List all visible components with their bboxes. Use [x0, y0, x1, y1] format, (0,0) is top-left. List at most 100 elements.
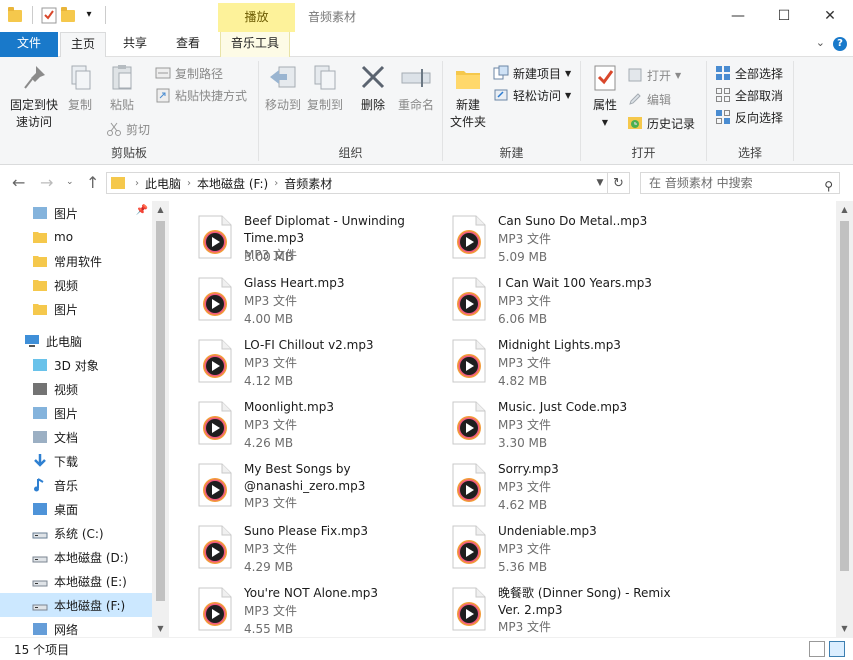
scrollbar-thumb[interactable] — [840, 221, 849, 571]
paste-shortcut-button[interactable]: 粘贴快捷方式 — [155, 85, 247, 105]
address-dropdown-icon[interactable]: ▼ — [592, 172, 608, 194]
search-icon[interactable]: ⚲ — [824, 176, 833, 196]
nav-item-label: 音乐 — [54, 478, 79, 493]
edit-button[interactable]: 编辑 — [627, 89, 671, 109]
file-tile[interactable]: Moonlight.mp3 MP3 文件 4.26 MB — [180, 391, 430, 453]
select-all-button[interactable]: 全部选择 — [715, 63, 783, 83]
properties-button[interactable]: 属性 ▼ — [587, 63, 623, 131]
new-folder-label-line1: 新建 — [455, 98, 480, 112]
recent-locations-chevron-icon[interactable]: ⌄ — [66, 177, 74, 187]
file-tile[interactable]: Glass Heart.mp3 MP3 文件 4.00 MB — [180, 267, 430, 329]
file-name: Beef Diplomat - Unwinding Time.mp3 — [244, 214, 405, 245]
file-tile[interactable]: 晚餐歌 (Dinner Song) - Remix Ver. 2.mp3 MP3 … — [434, 577, 684, 637]
nav-item[interactable]: 文档 — [0, 425, 152, 449]
file-tile[interactable]: Midnight Lights.mp3 MP3 文件 4.82 MB — [434, 329, 684, 391]
file-tile[interactable]: You're NOT Alone.mp3 MP3 文件 4.55 MB — [180, 577, 430, 637]
maximize-button[interactable]: ☐ — [761, 0, 807, 31]
file-name: Can Suno Do Metal..mp3 — [498, 214, 648, 228]
breadcrumb-drive-f[interactable]: 本地磁盘 (F:) — [197, 175, 268, 192]
breadcrumb-this-pc[interactable]: 此电脑 — [145, 175, 181, 192]
file-tile[interactable]: LO-FI Chillout v2.mp3 MP3 文件 4.12 MB — [180, 329, 430, 391]
chevron-right-icon[interactable]: › — [274, 178, 278, 189]
new-folder-icon[interactable] — [61, 6, 77, 24]
nav-item[interactable]: 常用软件 — [0, 249, 152, 273]
nav-item[interactable]: mo — [0, 225, 152, 249]
nav-item[interactable]: 图片 📌 — [0, 201, 152, 225]
file-tile[interactable]: Suno Please Fix.mp3 MP3 文件 4.29 MB — [180, 515, 430, 577]
tab-home[interactable]: 主页 — [60, 32, 107, 57]
nav-item[interactable]: 系统 (C:) — [0, 521, 152, 545]
new-item-button[interactable]: 新建项目 ▼ — [493, 63, 571, 83]
search-input[interactable]: 在 音频素材 中搜索 ⚲ — [640, 172, 840, 194]
history-button[interactable]: 历史记录 — [627, 113, 695, 133]
invert-selection-button[interactable]: 反向选择 — [715, 107, 783, 127]
copy-button[interactable]: 复制 — [62, 63, 98, 114]
file-tile[interactable]: Undeniable.mp3 MP3 文件 5.36 MB — [434, 515, 684, 577]
ribbon-collapse-icon[interactable]: ⌄ — [816, 36, 825, 49]
scrollbar-thumb[interactable] — [156, 221, 165, 601]
scroll-up-icon[interactable]: ▲ — [836, 201, 853, 218]
nav-item[interactable]: 下载 — [0, 449, 152, 473]
tab-share[interactable]: 共享 — [113, 32, 157, 57]
forward-arrow-icon[interactable]: → — [40, 173, 53, 192]
up-arrow-icon[interactable]: ↑ — [86, 173, 99, 192]
quick-access-toolbar: ▾ — [8, 6, 110, 24]
nav-item[interactable]: 本地磁盘 (D:) — [0, 545, 152, 569]
copy-path-button[interactable]: 复制路径 — [155, 63, 223, 83]
address-bar[interactable]: › 此电脑 › 本地磁盘 (F:) › 音频素材 — [106, 172, 608, 194]
easy-access-button[interactable]: 轻松访问 ▼ — [493, 85, 571, 105]
scroll-up-icon[interactable]: ▲ — [152, 201, 169, 218]
file-tile[interactable]: My Best Songs by @nanashi_zero.mp3 MP3 文件 — [180, 453, 430, 515]
file-tile[interactable]: Music. Just Code.mp3 MP3 文件 3.30 MB — [434, 391, 684, 453]
nav-item[interactable]: 图片 — [0, 297, 152, 321]
scroll-down-icon[interactable]: ▼ — [836, 620, 853, 637]
file-type: MP3 文件 — [244, 542, 298, 556]
rename-button[interactable]: 重命名 — [393, 63, 439, 114]
scroll-down-icon[interactable]: ▼ — [152, 620, 169, 637]
qat-dropdown-icon[interactable]: ▾ — [81, 6, 97, 24]
nav-item-label: 视频 — [54, 278, 79, 293]
file-tile[interactable]: Beef Diplomat - Unwinding Time.mp3 MP3 文件… — [180, 205, 430, 267]
file-list-scrollbar[interactable]: ▲ ▼ — [836, 201, 853, 637]
nav-item[interactable]: 图片 — [0, 401, 152, 425]
move-to-button[interactable]: 移动到 — [261, 63, 305, 114]
invert-selection-icon — [715, 109, 731, 125]
nav-item[interactable]: 桌面 — [0, 497, 152, 521]
open-button[interactable]: 打开 ▼ — [627, 65, 681, 85]
cut-button[interactable]: 剪切 — [106, 119, 150, 139]
copy-to-button[interactable]: 复制到 — [303, 63, 347, 114]
nav-item[interactable]: 本地磁盘 (F:) — [0, 593, 152, 617]
breadcrumb-audio-folder[interactable]: 音频素材 — [284, 175, 332, 192]
details-view-icon[interactable] — [809, 641, 825, 657]
properties-checkmark-icon[interactable] — [41, 6, 57, 24]
nav-item-label: 网络 — [54, 622, 79, 637]
nav-item[interactable]: 网络 — [0, 617, 152, 637]
refresh-icon[interactable]: ↻ — [608, 172, 630, 194]
tab-music-tools[interactable]: 音乐工具 — [220, 32, 291, 57]
paste-button[interactable]: 粘贴 — [102, 63, 142, 114]
nav-item[interactable]: 本地磁盘 (E:) — [0, 569, 152, 593]
file-tile[interactable]: Sorry.mp3 MP3 文件 4.62 MB — [434, 453, 684, 515]
nav-item[interactable]: 音乐 — [0, 473, 152, 497]
select-none-button[interactable]: 全部取消 — [715, 85, 783, 105]
nav-item[interactable]: 3D 对象 — [0, 353, 152, 377]
file-tile[interactable]: Can Suno Do Metal..mp3 MP3 文件 5.09 MB — [434, 205, 684, 267]
delete-button[interactable]: 删除 — [355, 63, 391, 114]
close-button[interactable]: ✕ — [807, 0, 853, 31]
paste-icon — [106, 63, 138, 93]
chevron-right-icon[interactable]: › — [135, 178, 139, 189]
new-folder-button[interactable]: 新建 文件夹 — [447, 63, 489, 131]
pin-to-quick-access-button[interactable]: 固定到快 速访问 — [6, 63, 62, 131]
tiles-view-icon[interactable] — [829, 641, 845, 657]
back-arrow-icon[interactable]: ← — [12, 173, 25, 192]
nav-item[interactable]: 视频 — [0, 273, 152, 297]
rename-icon — [400, 63, 432, 93]
nav-item[interactable]: 视频 — [0, 377, 152, 401]
minimize-button[interactable]: — — [715, 0, 761, 31]
file-tile[interactable]: I Can Wait 100 Years.mp3 MP3 文件 6.06 MB — [434, 267, 684, 329]
nav-item[interactable]: 此电脑 — [0, 329, 152, 353]
chevron-right-icon[interactable]: › — [187, 178, 191, 189]
tab-view[interactable]: 查看 — [166, 32, 210, 57]
nav-pane-scrollbar[interactable]: ▲ ▼ — [152, 201, 169, 637]
help-icon[interactable]: ? — [833, 37, 847, 51]
